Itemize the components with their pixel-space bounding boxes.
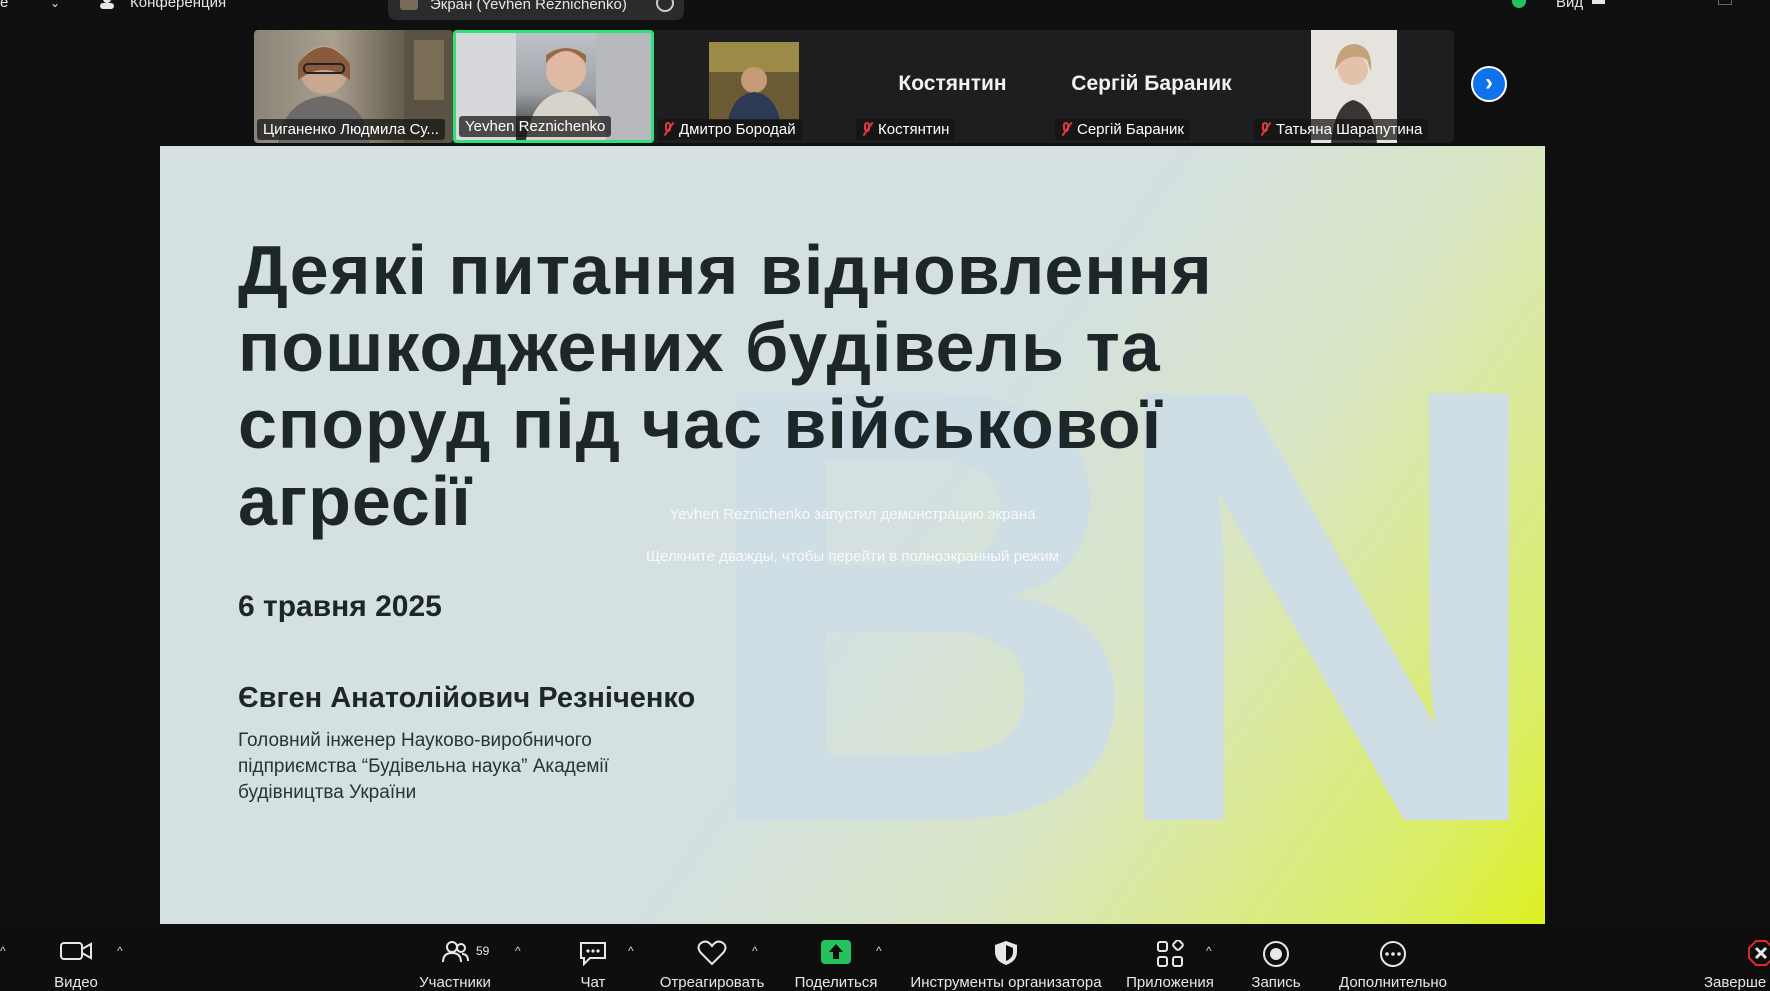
participant-display-name: Сергій Бараник [1071, 72, 1232, 95]
muted-mic-icon [663, 122, 673, 136]
participants-icon [441, 940, 469, 969]
share-screen-button[interactable]: Поделиться [786, 926, 886, 991]
more-icon [1379, 940, 1407, 973]
caret-up-icon[interactable]: ^ [0, 944, 6, 958]
slide-date: 6 травня 2025 [238, 590, 442, 623]
view-button[interactable]: Вид [1556, 0, 1583, 11]
grid-view-icon [1592, 0, 1605, 4]
host-tools-label: Инструменты организатора [910, 974, 1102, 991]
record-button[interactable]: Запись [1240, 926, 1312, 991]
participants-button[interactable]: 59 Участники [410, 926, 500, 991]
chevron-down-icon[interactable]: ⌄ [50, 0, 60, 10]
participant-name: Дмитро Бородай [657, 119, 802, 140]
participant-name: Yevhen Reznichenko [459, 116, 612, 137]
slide-author: Євген Анатолійович Резніченко [238, 682, 696, 714]
chat-options-caret-icon[interactable]: ^ [628, 944, 634, 958]
participant-tile[interactable]: Сергій Бараник Сергій Бараник [1052, 30, 1251, 143]
fullscreen-hint: Щелкните дважды, чтобы перейти в полноэк… [646, 548, 1059, 565]
participant-tile[interactable]: Татьяна Шарапутина [1251, 30, 1451, 143]
react-label: Отреагировать [659, 974, 765, 991]
end-meeting-button[interactable]: Заверше [1700, 926, 1770, 990]
participant-name: Циганенко Людмила Су... [257, 119, 445, 140]
react-options-caret-icon[interactable]: ^ [752, 944, 758, 958]
apps-button[interactable]: Приложения [1124, 926, 1216, 991]
chat-label: Чат [580, 974, 606, 991]
end-meeting-label: Заверше [1704, 974, 1767, 990]
record-label: Запись [1251, 974, 1301, 991]
participants-count: 59 [476, 944, 490, 958]
participants-label: Участники [419, 974, 491, 991]
video-button[interactable]: Видео [40, 926, 112, 991]
apps-label: Приложения [1126, 974, 1214, 991]
participants-options-caret-icon[interactable]: ^ [515, 944, 521, 958]
participant-name: Татьяна Шарапутина [1254, 119, 1429, 140]
host-tools-button[interactable]: Инструменты организатора [906, 926, 1106, 991]
shield-icon [993, 940, 1019, 971]
heart-icon [697, 940, 727, 971]
conference-label[interactable]: Конференция [130, 0, 226, 11]
participant-tile-active-speaker[interactable]: Yevhen Reznichenko [453, 30, 654, 143]
share-screen-icon [821, 940, 851, 969]
participant-tile[interactable]: Циганенко Людмила Су... [254, 30, 453, 143]
participant-name: Сергій Бараник [1055, 119, 1190, 140]
screen-share-label: Экран (Yevhen Reznichenko) [430, 0, 627, 13]
meeting-top-bar: е ⌄ Конференция Экран (Yevhen Reznichenk… [0, 0, 1770, 28]
apps-options-caret-icon[interactable]: ^ [1206, 944, 1212, 958]
people-icon [98, 0, 116, 9]
shield-check-icon [1512, 0, 1526, 8]
more-button[interactable]: Дополнительно [1330, 926, 1456, 991]
screen-share-indicator[interactable]: Экран (Yevhen Reznichenko) [388, 0, 684, 20]
video-label: Видео [54, 974, 98, 991]
meeting-toolbar: ^ Видео ^ 59 Участники ^ Чат ^ Отреагиро… [0, 926, 1770, 991]
apps-icon [1156, 939, 1184, 973]
options-icon[interactable] [656, 0, 674, 12]
shared-screen-slide[interactable]: BN Деякі питання відновлення пошкоджених… [160, 146, 1545, 924]
chat-button[interactable]: Чат [560, 926, 626, 991]
next-page-button[interactable]: › [1471, 66, 1507, 102]
participant-tile[interactable]: Костянтин Костянтин [853, 30, 1052, 143]
share-notice: Yevhen Reznichenko запустил демонстрацию… [669, 506, 1036, 523]
react-button[interactable]: Отреагировать [654, 926, 770, 991]
window-icon[interactable] [1718, 0, 1732, 5]
chat-icon [578, 940, 608, 971]
participant-tile[interactable]: Дмитро Бородай [654, 30, 853, 143]
muted-mic-icon [862, 122, 872, 136]
video-camera-icon [60, 940, 92, 967]
share-options-caret-icon[interactable]: ^ [876, 944, 882, 958]
avatar [400, 0, 418, 10]
slide-affiliation: Головний інженер Науково-виробничого під… [238, 730, 609, 803]
share-label: Поделиться [794, 974, 878, 991]
muted-mic-icon [1061, 122, 1071, 136]
muted-mic-icon [1260, 122, 1270, 136]
more-label: Дополнительно [1339, 974, 1447, 991]
participant-display-name: Костянтин [898, 72, 1007, 95]
chevron-right-icon: › [1485, 69, 1493, 96]
truncated-left-text: е [0, 0, 9, 11]
end-meeting-icon [1748, 940, 1770, 971]
record-icon [1262, 940, 1290, 973]
participant-name: Костянтин [856, 119, 956, 140]
slide-title: Деякі питання відновлення пошкоджених бу… [238, 231, 1213, 540]
video-options-caret-icon[interactable]: ^ [117, 944, 123, 958]
